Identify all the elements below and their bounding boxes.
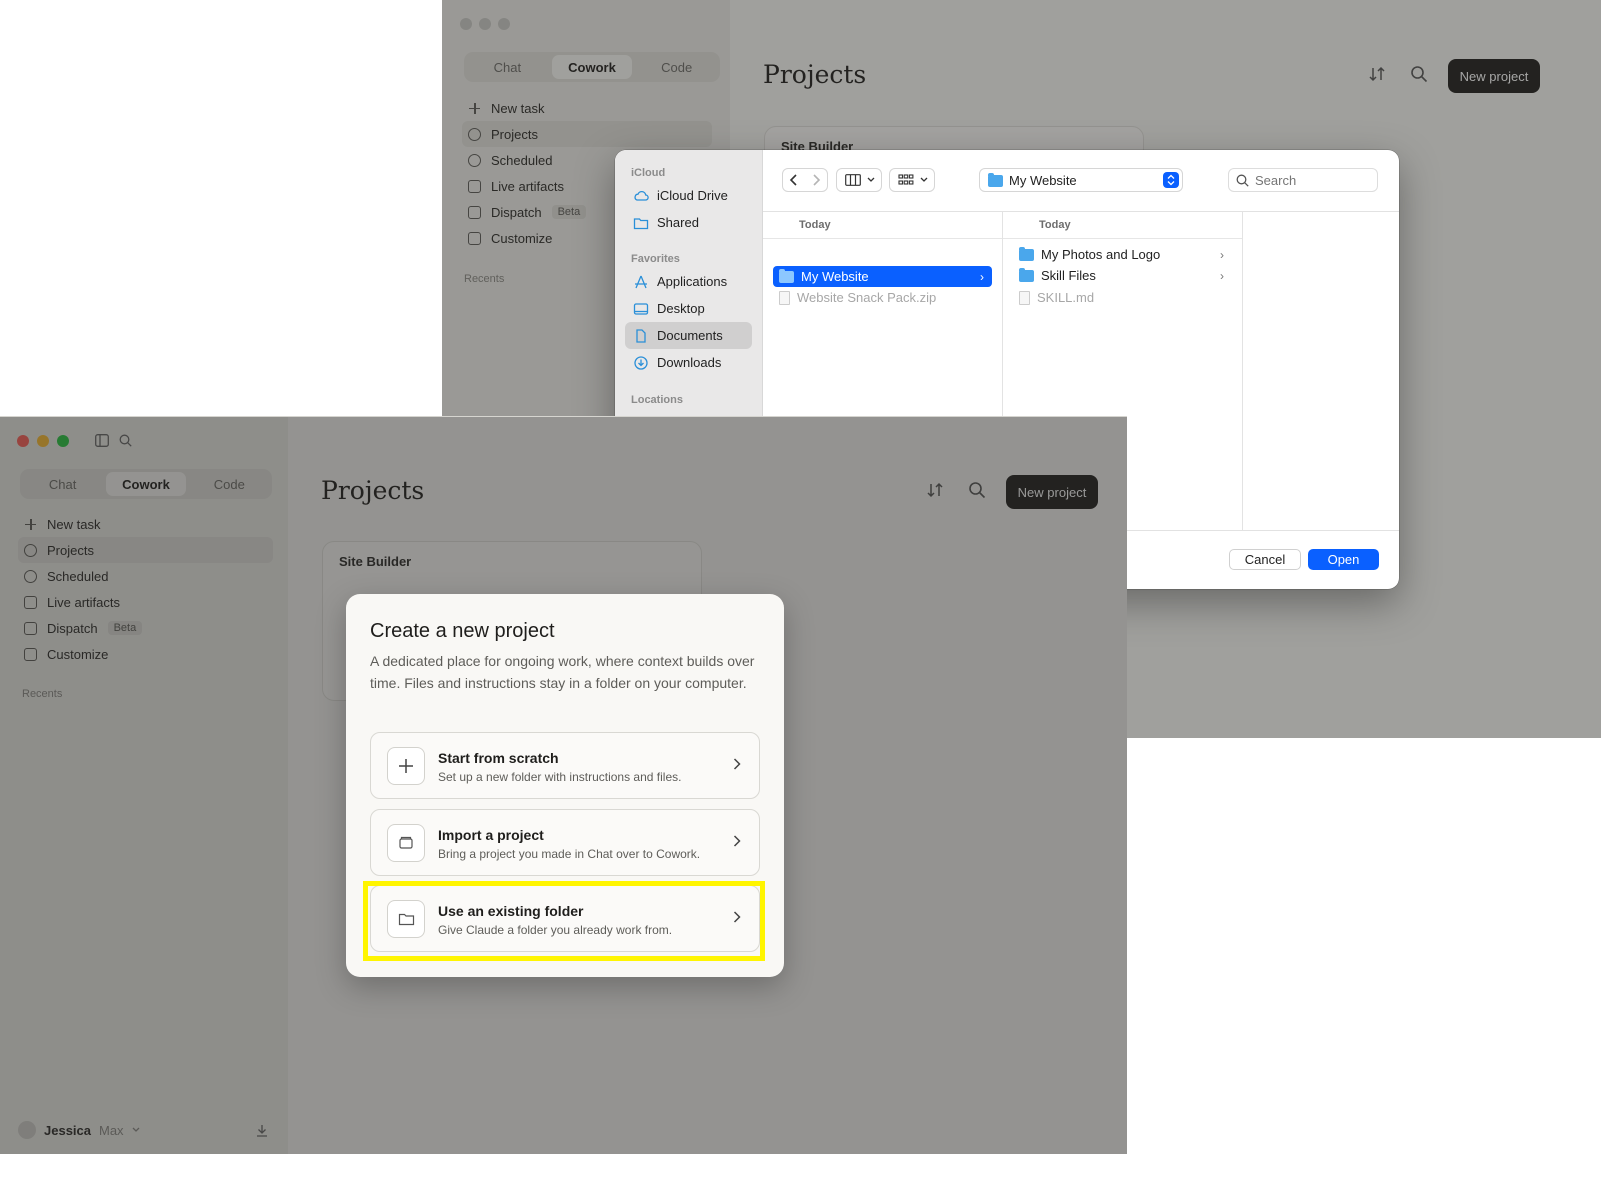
- start-from-scratch-option[interactable]: Start from scratch Set up a new folder w…: [370, 732, 760, 799]
- sidebar-item-icloud-drive[interactable]: iCloud Drive: [625, 182, 752, 209]
- sidebar-item-label: Applications: [657, 274, 728, 289]
- folder-icon: [779, 268, 794, 283]
- document-icon: [636, 328, 646, 343]
- sidebar-item-label: iCloud Drive: [657, 188, 728, 203]
- markdown-file-icon: [1019, 290, 1030, 305]
- option-subtitle: Bring a project you made in Chat over to…: [438, 847, 701, 861]
- file-name: My Website: [801, 269, 869, 284]
- sidebar-item-documents[interactable]: Documents: [625, 322, 752, 349]
- updown-arrows-icon: [1163, 172, 1179, 188]
- file-row-skill-md[interactable]: SKILL.md: [1013, 287, 1232, 308]
- locations-header: Locations: [631, 394, 683, 406]
- file-name: My Photos and Logo: [1041, 247, 1161, 262]
- favorites-header: Favorites: [631, 253, 680, 265]
- sidebar-item-label: Shared: [657, 215, 699, 230]
- column-header-divider: [1003, 238, 1242, 239]
- location-popup[interactable]: My Website: [979, 168, 1183, 192]
- cloud-icon: [634, 190, 649, 201]
- file-name: Skill Files: [1041, 268, 1096, 283]
- archive-icon: [387, 824, 425, 862]
- icloud-header: iCloud: [631, 167, 666, 179]
- highlight-box: [363, 881, 765, 961]
- chevron-right-icon: ›: [1220, 247, 1224, 262]
- download-icon: [634, 355, 648, 370]
- option-subtitle: Set up a new folder with instructions an…: [438, 770, 682, 784]
- folder-icon: [1019, 267, 1034, 282]
- sidebar-item-shared[interactable]: Shared: [625, 209, 752, 236]
- chevron-right-icon: ›: [1220, 268, 1224, 283]
- open-button[interactable]: Open: [1308, 549, 1379, 570]
- file-name: Website Snack Pack.zip: [797, 290, 937, 305]
- file-name: SKILL.md: [1037, 290, 1095, 305]
- column-header-divider: [763, 238, 1002, 239]
- desktop-icon: [633, 302, 649, 315]
- file-row-my-photos-and-logo[interactable]: My Photos and Logo ›: [1013, 244, 1232, 265]
- column-header: Today: [1039, 219, 1071, 231]
- grid-icon: [898, 174, 914, 185]
- shared-folder-icon: [633, 217, 649, 229]
- file-row-skill-files[interactable]: Skill Files ›: [1013, 265, 1232, 286]
- sidebar-item-desktop[interactable]: Desktop: [625, 295, 752, 322]
- back-forward-control: [782, 168, 828, 192]
- column-header: Today: [799, 219, 831, 231]
- file-row-website-snack-pack[interactable]: Website Snack Pack.zip: [773, 287, 992, 308]
- modal-description: A dedicated place for ongoing work, wher…: [370, 653, 755, 691]
- folder-icon: [1019, 246, 1034, 261]
- chevron-right-icon: ›: [980, 269, 984, 284]
- sidebar-item-label: Downloads: [657, 355, 722, 370]
- sidebar-item-downloads[interactable]: Downloads: [625, 349, 752, 376]
- chevron-right-icon: [733, 758, 741, 770]
- location-label: My Website: [1009, 172, 1077, 188]
- option-title: Import a project: [438, 827, 544, 843]
- modal-title: Create a new project: [370, 620, 555, 642]
- zip-file-icon: [779, 290, 790, 305]
- cancel-button[interactable]: Cancel: [1229, 549, 1301, 570]
- group-by-button[interactable]: [889, 168, 935, 192]
- columns-view-icon: [845, 174, 861, 186]
- plus-icon: [387, 747, 425, 785]
- import-project-option[interactable]: Import a project Bring a project you mad…: [370, 809, 760, 876]
- search-field[interactable]: [1228, 168, 1378, 192]
- view-mode-button[interactable]: [836, 168, 882, 192]
- search-input[interactable]: [1255, 172, 1365, 188]
- applications-icon: [635, 275, 647, 288]
- option-title: Start from scratch: [438, 750, 559, 766]
- chevron-down-icon: [867, 177, 875, 182]
- search-icon: [1236, 174, 1249, 187]
- file-row-my-website[interactable]: My Website ›: [773, 266, 992, 287]
- sidebar-item-applications[interactable]: Applications: [625, 268, 752, 295]
- sidebar-item-label: Desktop: [657, 301, 705, 316]
- folder-icon: [988, 173, 1003, 187]
- back-arrow-icon[interactable]: [783, 169, 805, 191]
- chevron-down-icon: [920, 177, 928, 182]
- sidebar-item-label: Documents: [657, 328, 723, 343]
- forward-arrow-icon[interactable]: [805, 169, 827, 191]
- chevron-right-icon: [733, 835, 741, 847]
